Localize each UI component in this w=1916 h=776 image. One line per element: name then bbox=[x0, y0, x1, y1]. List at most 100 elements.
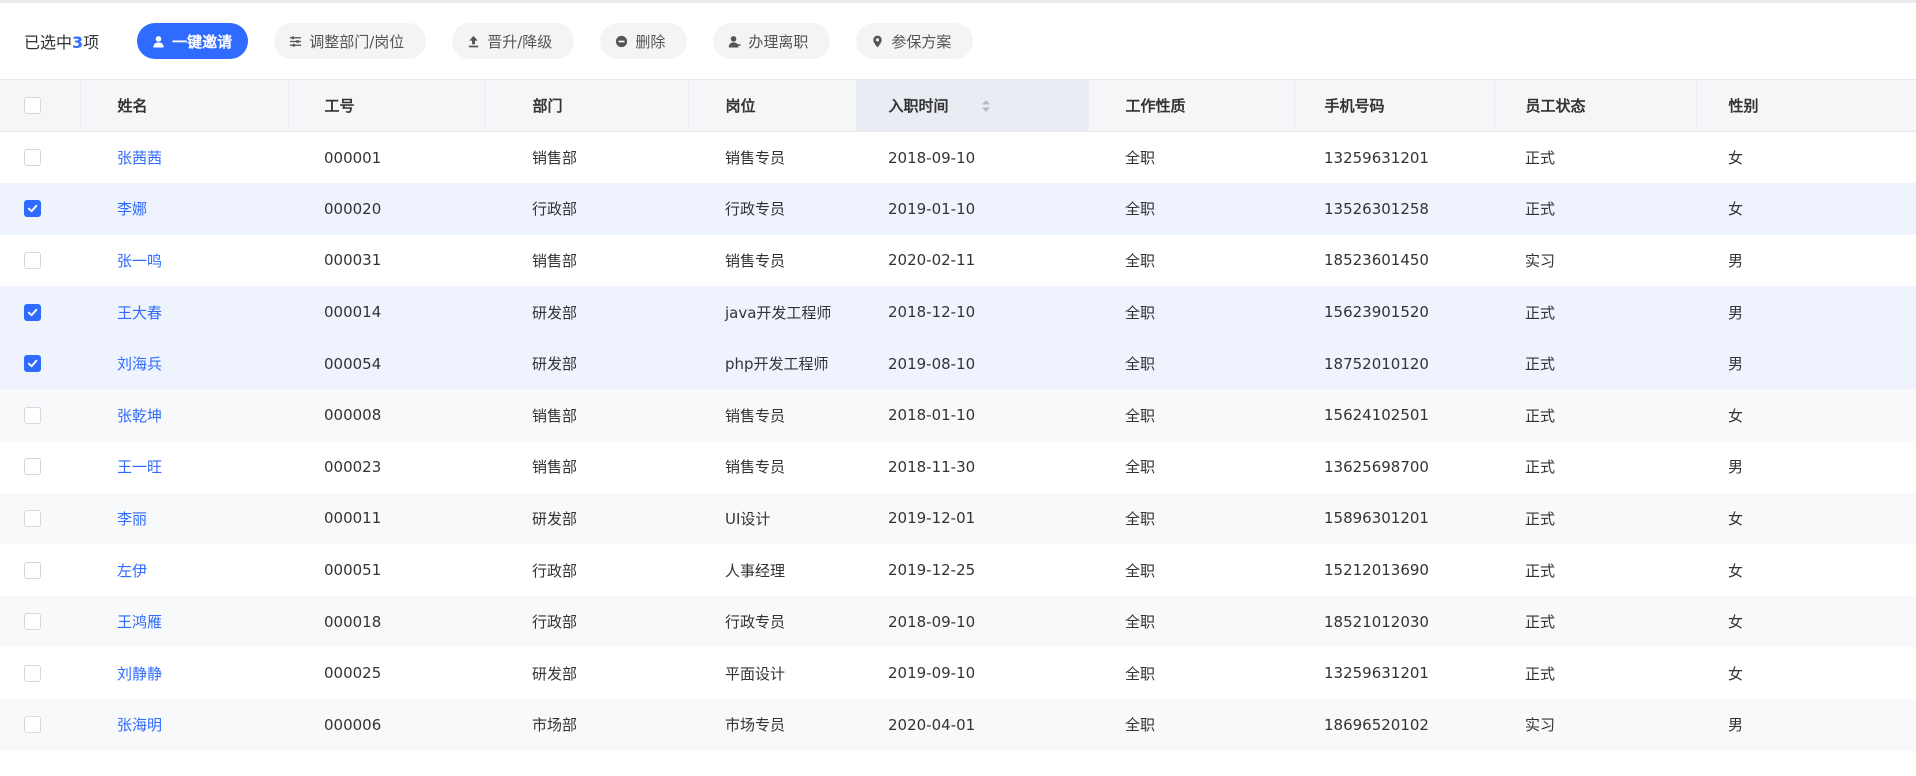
row-checkbox[interactable] bbox=[24, 509, 41, 527]
cell-phone: 18696520102 bbox=[1324, 715, 1429, 734]
table-row[interactable]: 左伊 000051 行政部 人事经理 2019-12-25 全职 15212013690 正式… bbox=[0, 544, 1916, 596]
cell-gender: 男 bbox=[1728, 355, 1744, 374]
cell-position: 销售专员 bbox=[725, 458, 786, 477]
table-row[interactable]: 刘海兵 000054 研发部 php开发工程师 2019-08-10 全职 18752010… bbox=[0, 337, 1916, 390]
employee-name-link[interactable]: 张茜茜 bbox=[117, 149, 162, 167]
select-all-checkbox[interactable] bbox=[24, 97, 41, 114]
cell-work-type: 全职 bbox=[1125, 303, 1156, 322]
table-row[interactable]: 张一鸣 000031 销售部 销售专员 2020-02-11 全职 18523601450 实… bbox=[0, 235, 1916, 287]
cell-name: 张一鸣 bbox=[80, 235, 288, 287]
cell-work-type: 全职 bbox=[1125, 458, 1156, 477]
cell-work-type: 全职 bbox=[1125, 251, 1156, 270]
employee-name-link[interactable]: 王一旺 bbox=[117, 458, 162, 476]
row-checkbox[interactable] bbox=[24, 406, 41, 424]
checkmark-icon bbox=[27, 205, 38, 213]
column-header-hire-date[interactable]: 入职时间 bbox=[856, 79, 1089, 132]
cell-employee-id: 000014 bbox=[324, 303, 382, 322]
cell-employee-id: 000006 bbox=[324, 715, 382, 734]
table-row[interactable]: 张茜茜 000001 销售部 销售专员 2018-09-10 全职 13259631201 正… bbox=[0, 132, 1916, 184]
selection-prefix: 已选中 bbox=[24, 33, 73, 52]
delete-button[interactable]: 删除 bbox=[600, 23, 688, 59]
row-checkbox[interactable] bbox=[24, 303, 41, 321]
employee-name-link[interactable]: 李娜 bbox=[117, 200, 147, 218]
cell-gender: 女 bbox=[1728, 509, 1744, 528]
cell-phone: 18523601450 bbox=[1324, 251, 1429, 270]
cell-status: 正式 bbox=[1525, 561, 1556, 580]
column-header-phone[interactable]: 手机号码 bbox=[1294, 79, 1495, 132]
employee-name-link[interactable]: 左伊 bbox=[117, 562, 147, 580]
cell-hire-date: 2018-09-10 bbox=[888, 148, 976, 167]
column-header-name[interactable]: 姓名 bbox=[80, 79, 289, 132]
cell-phone: 13526301258 bbox=[1324, 199, 1429, 218]
cell-position: php开发工程师 bbox=[725, 355, 829, 374]
row-checkbox[interactable] bbox=[24, 458, 41, 476]
table-row[interactable]: 李丽 000011 研发部 UI设计 2019-12-01 全职 15896301201 正式… bbox=[0, 492, 1916, 545]
row-checkbox[interactable] bbox=[24, 716, 41, 734]
cell-gender: 男 bbox=[1728, 716, 1744, 735]
table-row[interactable]: 王一旺 000023 销售部 销售专员 2018-11-30 全职 13625698700 正… bbox=[0, 441, 1916, 493]
selection-info: 已选中3项 bbox=[24, 29, 99, 53]
employee-name-link[interactable]: 李丽 bbox=[117, 510, 147, 528]
cell-name: 左伊 bbox=[80, 544, 288, 596]
table-row[interactable]: 王鸿雁 000018 行政部 行政专员 2018-09-10 全职 18521012030 正… bbox=[0, 595, 1916, 648]
cell-status: 正式 bbox=[1525, 303, 1556, 322]
cell-employee-id: 000001 bbox=[324, 148, 382, 167]
column-header-id[interactable]: 工号 bbox=[288, 79, 485, 132]
column-header-hire-date-label: 入职时间 bbox=[888, 97, 949, 115]
cell-work-type: 全职 bbox=[1125, 355, 1156, 374]
row-checkbox[interactable] bbox=[24, 664, 41, 682]
cell-status: 正式 bbox=[1525, 613, 1556, 632]
sort-icon[interactable] bbox=[981, 99, 991, 113]
cell-work-type: 全职 bbox=[1125, 716, 1156, 735]
cell-hire-date: 2018-09-10 bbox=[888, 612, 976, 631]
table-row[interactable]: 张海明 000006 市场部 市场专员 2020-04-01 全职 18696520102 实… bbox=[0, 699, 1916, 751]
table-body: 张茜茜 000001 销售部 销售专员 2018-09-10 全职 13259631201 正… bbox=[0, 132, 1916, 751]
invite-button[interactable]: 一键邀请 bbox=[137, 23, 249, 59]
column-header-work-type[interactable]: 工作性质 bbox=[1088, 79, 1295, 132]
cell-employee-id: 000025 bbox=[324, 664, 382, 683]
cell-status: 正式 bbox=[1525, 149, 1556, 168]
employee-name-link[interactable]: 刘海兵 bbox=[117, 355, 162, 373]
cell-name: 王大春 bbox=[80, 286, 288, 338]
row-checkbox[interactable] bbox=[24, 149, 41, 167]
row-checkbox[interactable] bbox=[24, 561, 41, 579]
cell-name: 张乾坤 bbox=[80, 389, 288, 441]
delete-button-label: 删除 bbox=[635, 32, 666, 51]
employee-name-link[interactable]: 张海明 bbox=[117, 716, 162, 734]
cell-name: 王鸿雁 bbox=[80, 596, 288, 648]
column-header-status[interactable]: 员工状态 bbox=[1494, 79, 1697, 132]
promote-demote-button[interactable]: 晋升/降级 bbox=[452, 23, 575, 59]
cell-hire-date: 2018-01-10 bbox=[888, 406, 976, 425]
cell-hire-date: 2019-09-10 bbox=[888, 664, 976, 683]
insurance-plan-button[interactable]: 参保方案 bbox=[856, 23, 974, 59]
employee-name-link[interactable]: 王大春 bbox=[117, 304, 162, 322]
row-checkbox[interactable] bbox=[24, 613, 41, 631]
row-select-cell bbox=[0, 389, 80, 441]
cell-phone: 18521012030 bbox=[1324, 612, 1429, 631]
table-row[interactable]: 李娜 000020 行政部 行政专员 2019-01-10 全职 13526301258 正式… bbox=[0, 183, 1916, 235]
adjust-dept-button[interactable]: 调整部门/岗位 bbox=[274, 23, 427, 59]
row-checkbox[interactable] bbox=[24, 200, 41, 218]
bulk-action-toolbar: 已选中3项 一键邀请 调整部门/岗位 晋升/降级 删除 办理离职 参保方案 bbox=[0, 3, 1916, 79]
table-row[interactable]: 王大春 000014 研发部 java开发工程师 2018-12-10 全职 1562390… bbox=[0, 286, 1916, 338]
checkmark-icon bbox=[27, 360, 38, 368]
resignation-button[interactable]: 办理离职 bbox=[713, 23, 831, 59]
cell-name: 刘静静 bbox=[80, 647, 288, 699]
column-header-position[interactable]: 岗位 bbox=[688, 79, 857, 132]
table-row[interactable]: 刘静静 000025 研发部 平面设计 2019-09-10 全职 13259631201 正… bbox=[0, 647, 1916, 699]
column-header-dept[interactable]: 部门 bbox=[484, 79, 689, 132]
row-checkbox[interactable] bbox=[24, 355, 41, 373]
employee-name-link[interactable]: 刘静静 bbox=[117, 665, 162, 683]
column-header-gender[interactable]: 性别 bbox=[1696, 79, 1916, 132]
cell-work-type: 全职 bbox=[1125, 664, 1156, 683]
user-leave-icon bbox=[727, 34, 741, 48]
cell-status: 正式 bbox=[1525, 355, 1556, 374]
table-row[interactable]: 张乾坤 000008 销售部 销售专员 2018-01-10 全职 15624102501 正… bbox=[0, 389, 1916, 442]
employee-name-link[interactable]: 张一鸣 bbox=[117, 252, 162, 270]
cell-dept: 研发部 bbox=[532, 303, 578, 322]
cell-name: 李娜 bbox=[80, 183, 288, 235]
employee-name-link[interactable]: 张乾坤 bbox=[117, 407, 162, 425]
cell-employee-id: 000020 bbox=[324, 199, 382, 218]
row-checkbox[interactable] bbox=[24, 251, 41, 269]
employee-name-link[interactable]: 王鸿雁 bbox=[117, 613, 162, 631]
